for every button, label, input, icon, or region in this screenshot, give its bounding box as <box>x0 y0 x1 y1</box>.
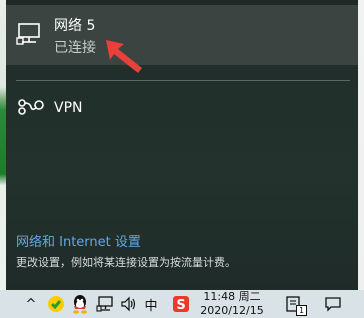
clock-date[interactable]: 2020/12/15 <box>196 304 268 317</box>
network-item-connected[interactable]: 网络 5 已连接 <box>6 5 358 65</box>
qq-icon[interactable] <box>69 290 91 318</box>
vpn-icon[interactable] <box>18 99 44 119</box>
sogou-input-icon[interactable]: S <box>170 290 192 318</box>
taskbar: ^ 中 S 11:48 周二 2020/12/15 <box>0 290 364 318</box>
ethernet-icon <box>16 23 42 49</box>
action-center-icon[interactable] <box>322 290 344 318</box>
show-hidden-icons-button[interactable]: ^ <box>22 290 40 318</box>
accelerator-tray-icon[interactable] <box>45 290 67 318</box>
ime-indicator[interactable]: 中 <box>142 290 160 318</box>
annotation-arrow-icon <box>106 40 146 78</box>
vpn-label[interactable]: VPN <box>54 99 83 117</box>
show-desktop-button[interactable] <box>350 290 364 318</box>
network-settings-link[interactable]: 网络和 Internet 设置 <box>16 235 141 251</box>
network-status: 已连接 <box>54 40 96 56</box>
desktop-background-right <box>358 0 364 290</box>
network-settings-description: 更改设置，例如将某连接设置为按流量计费。 <box>16 256 236 269</box>
network-name: 网络 5 <box>54 18 96 34</box>
volume-icon[interactable] <box>118 290 140 318</box>
clock-time[interactable]: 11:48 周二 <box>196 290 268 303</box>
section-divider <box>16 80 350 81</box>
svg-text:S: S <box>176 298 185 313</box>
network-flyout: 网络 5 已连接 VPN 网络和 Internet 设置 更改设置，例如将某连接… <box>6 0 358 290</box>
network-tray-icon[interactable] <box>94 290 116 318</box>
notification-count-badge: 1 <box>296 305 307 316</box>
